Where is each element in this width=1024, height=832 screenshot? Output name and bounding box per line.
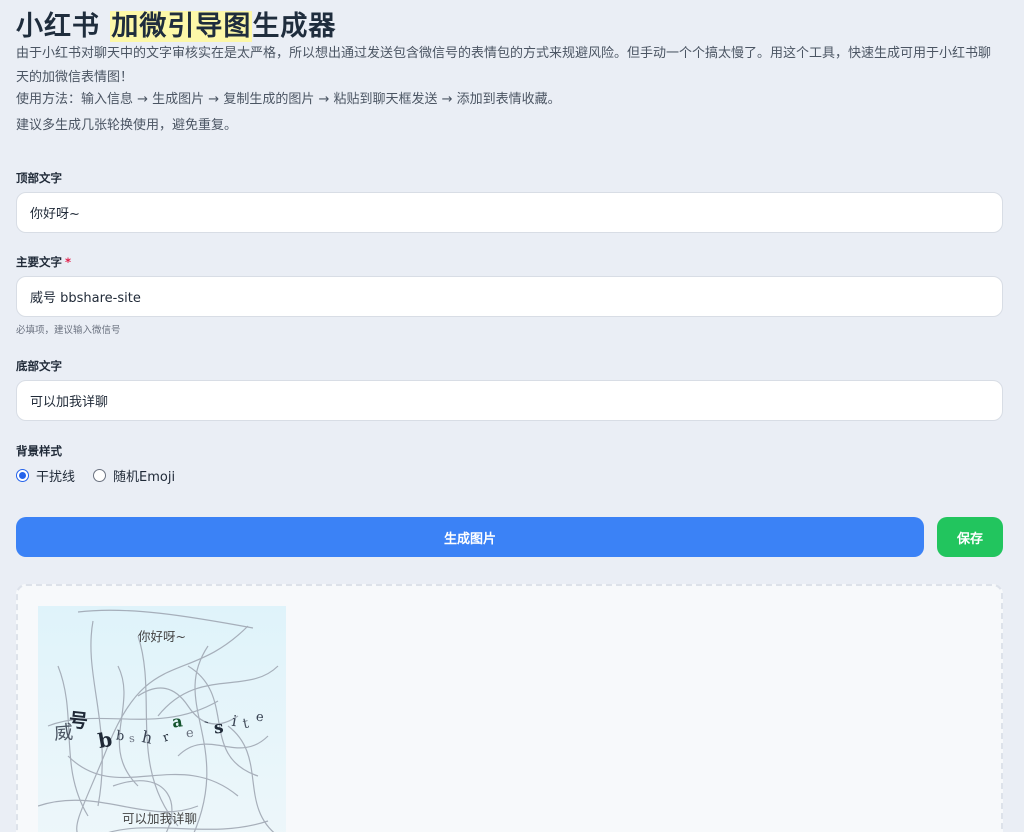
generated-image[interactable]: 你好呀~ 威 号 b b s h a r e - s i t e 可以加我详聊	[38, 606, 286, 832]
top-text-input[interactable]	[16, 192, 1003, 233]
main-text-input[interactable]	[16, 276, 1003, 317]
main-text-hint: 必填项，建议输入微信号	[16, 325, 121, 336]
main-text-label: 主要文字 *	[16, 254, 71, 270]
tip-text: 建议多生成几张轮换使用，避免重复。	[16, 118, 238, 133]
radio-lines[interactable]: 干扰线	[16, 466, 75, 485]
preview-bottom-text: 可以加我详聊	[122, 811, 198, 826]
preview-char: s	[128, 731, 136, 746]
radio-emoji-dot[interactable]	[93, 468, 107, 482]
description: 由于小红书对聊天中的文字审核实在是太严格，所以想出通过发送包含微信号的表情包的方…	[16, 46, 992, 85]
required-mark: *	[65, 255, 72, 269]
generate-image-button[interactable]: 生成图片	[16, 517, 924, 557]
preview-char: e	[254, 709, 265, 726]
title-prefix: 小红书	[16, 11, 111, 42]
save-button[interactable]: 保存	[937, 517, 1003, 557]
background-style-label: 背景样式	[16, 444, 62, 458]
preview-char: 号	[67, 709, 89, 733]
preview-area: 你好呀~ 威 号 b b s h a r e - s i t e 可以加我详聊	[16, 584, 1003, 832]
background-style-radio-group: 干扰线 随机Emoji	[16, 465, 193, 485]
bottom-text-input[interactable]	[16, 380, 1003, 421]
page-title: 小红书 加微引导图生成器	[16, 4, 336, 43]
radio-emoji[interactable]: 随机Emoji	[93, 466, 175, 485]
preview-top-text: 你好呀~	[138, 629, 186, 644]
top-text-label: 顶部文字	[16, 171, 62, 185]
title-highlight: 加微引导图	[110, 11, 253, 42]
preview-char: s	[212, 717, 225, 739]
main-text-label-text: 主要文字	[16, 255, 62, 269]
radio-lines-label: 干扰线	[36, 469, 76, 485]
bottom-text-label: 底部文字	[16, 359, 62, 373]
radio-lines-dot[interactable]	[16, 468, 29, 482]
radio-emoji-label: 随机Emoji	[113, 469, 176, 485]
usage-text: 使用方法：输入信息 → 生成图片 → 复制生成的图片 → 粘贴到聊天框发送 → …	[16, 92, 561, 107]
preview-char: e	[185, 725, 195, 742]
title-suffix: 生成器	[252, 11, 337, 42]
